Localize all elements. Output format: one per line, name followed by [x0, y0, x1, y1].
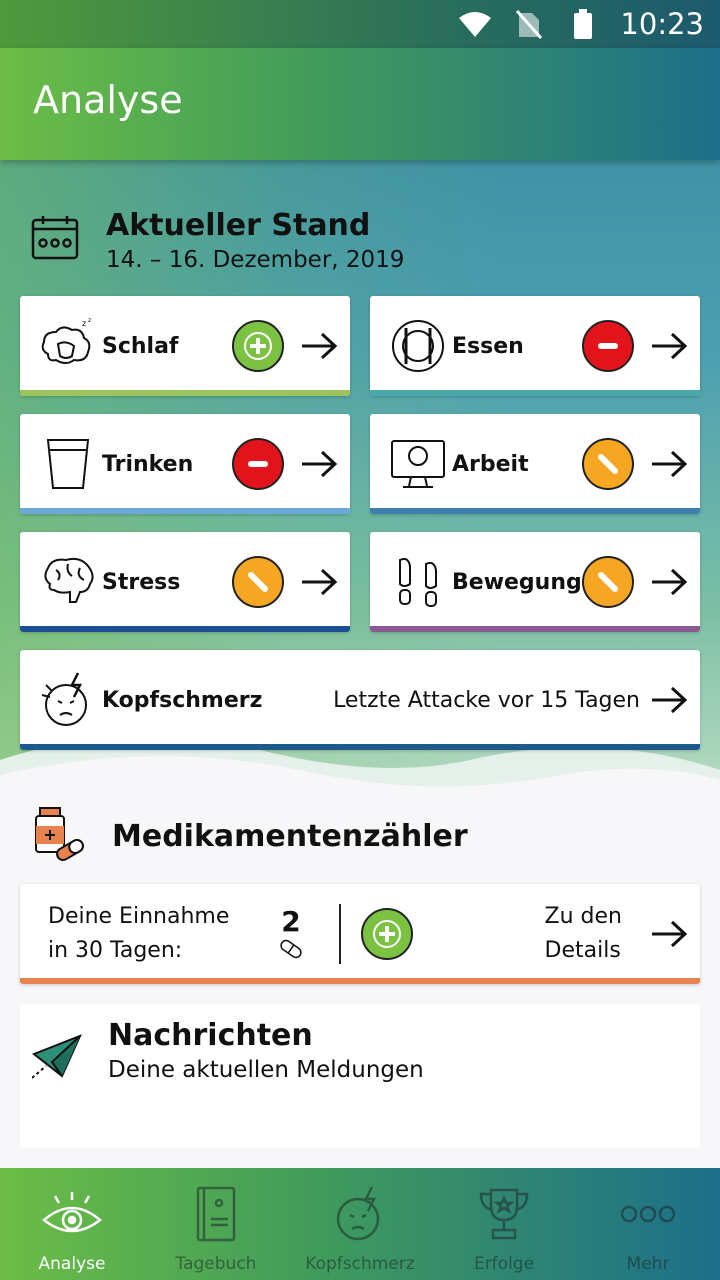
glass-icon [38, 434, 98, 494]
news-card[interactable]: Nachrichten Deine aktuellen Meldungen [20, 1004, 700, 1148]
medication-card[interactable]: Deine Einnahme in 30 Tagen: 2 Zu den Det… [20, 884, 700, 984]
arrow-right-icon [652, 332, 688, 360]
nav-kopfschmerz[interactable]: Kopfschmerz [288, 1168, 432, 1280]
current-status-header: Aktueller Stand 14. – 16. Dezember, 2019 [30, 208, 404, 273]
nav-label: Analyse [38, 1254, 106, 1274]
status-plus-icon [232, 320, 284, 372]
intake-label-line2: in 30 Tagen: [48, 938, 183, 963]
medication-header: Medikamentenzähler [30, 806, 468, 866]
news-subtitle: Deine aktuellen Meldungen [108, 1057, 424, 1083]
arrow-right-icon [652, 568, 688, 596]
battery-icon [566, 9, 600, 39]
card-bar [370, 390, 700, 396]
card-trinken[interactable]: Trinken [20, 414, 350, 514]
nav-label: Tagebuch [175, 1254, 257, 1274]
status-neutral-icon [582, 556, 634, 608]
app-bar: Analyse [0, 48, 720, 160]
computer-icon [388, 434, 448, 494]
book-icon [184, 1182, 248, 1246]
nav-erfolge[interactable]: Erfolge [432, 1168, 576, 1280]
last-attack-info: Letzte Attacke vor 15 Tagen [333, 687, 640, 713]
card-label: Bewegung [452, 569, 582, 595]
medicine-bottle-icon [30, 806, 86, 866]
wifi-icon [458, 9, 492, 39]
card-kopfschmerz[interactable]: Kopfschmerz Letzte Attacke vor 15 Tagen [20, 650, 700, 750]
card-essen[interactable]: Essen [370, 296, 700, 396]
card-stress[interactable]: Stress [20, 532, 350, 632]
section-title: Aktueller Stand [106, 208, 371, 243]
headache-face-icon [38, 670, 98, 730]
trophy-icon [472, 1182, 536, 1246]
status-neutral-icon [582, 438, 634, 490]
card-bar [20, 744, 700, 750]
card-label: Stress [102, 569, 181, 595]
card-arbeit[interactable]: Arbeit [370, 414, 700, 514]
intake-label-line1: Deine Einnahme [48, 904, 230, 929]
intake-label: Deine Einnahme in 30 Tagen: [48, 900, 263, 968]
card-label: Schlaf [102, 333, 179, 359]
card-label: Trinken [102, 451, 194, 477]
arrow-right-icon [652, 686, 688, 714]
nav-tagebuch[interactable]: Tagebuch [144, 1168, 288, 1280]
food-icon [388, 316, 448, 376]
intake-count-value: 2 [281, 904, 301, 938]
card-label: Kopfschmerz [102, 687, 263, 713]
no-sim-icon [512, 9, 546, 39]
card-bar [370, 626, 700, 632]
card-bar [20, 626, 350, 632]
nav-analyse[interactable]: Analyse [0, 1168, 144, 1280]
calendar-icon [30, 214, 80, 266]
nav-label: Kopfschmerz [305, 1254, 415, 1274]
svg-text:z: z [82, 319, 86, 328]
status-minus-icon [232, 438, 284, 490]
arrow-right-icon [302, 568, 338, 596]
paper-plane-icon [31, 1032, 82, 1084]
status-neutral-icon [232, 556, 284, 608]
footsteps-icon [388, 552, 448, 612]
page-title: Analyse [33, 78, 183, 122]
card-bar [20, 508, 350, 514]
more-icon [616, 1182, 680, 1246]
eye-icon [40, 1182, 104, 1246]
section-title: Medikamentenzähler [112, 818, 468, 854]
nav-label: Mehr [626, 1254, 670, 1274]
details-line1: Zu den [544, 904, 622, 929]
card-bar [20, 390, 350, 396]
status-time: 10:23 [620, 7, 704, 41]
arrow-right-icon [652, 920, 688, 948]
arrow-right-icon [302, 332, 338, 360]
card-label: Arbeit [452, 451, 529, 477]
nav-label: Erfolge [473, 1254, 535, 1274]
divider [339, 904, 341, 964]
sleep-icon: z z [38, 316, 98, 376]
card-bewegung[interactable]: Bewegung [370, 532, 700, 632]
nav-mehr[interactable]: Mehr [576, 1168, 720, 1280]
card-schlaf[interactable]: z z Schlaf [20, 296, 350, 396]
news-header: Nachrichten Deine aktuellen Meldungen [31, 1018, 424, 1084]
card-bar [20, 978, 700, 984]
details-link[interactable]: Zu den Details [545, 900, 622, 968]
arrow-right-icon [652, 450, 688, 478]
pill-icon [278, 938, 304, 964]
details-line2: Details [544, 938, 621, 963]
bottom-nav: Analyse Tagebuch Kopfschmerz Erfolge Meh… [0, 1168, 720, 1280]
intake-count: 2 [263, 905, 319, 964]
svg-text:z: z [88, 318, 91, 324]
card-label: Essen [452, 333, 524, 359]
arrow-right-icon [302, 450, 338, 478]
section-title: Nachrichten [108, 1018, 313, 1053]
status-bar: 10:23 [0, 0, 720, 48]
add-intake-button[interactable] [361, 908, 413, 960]
card-bar [370, 508, 700, 514]
status-minus-icon [582, 320, 634, 372]
brain-icon [38, 552, 98, 612]
date-range: 14. – 16. Dezember, 2019 [106, 247, 405, 273]
headache-face-icon [328, 1182, 392, 1246]
